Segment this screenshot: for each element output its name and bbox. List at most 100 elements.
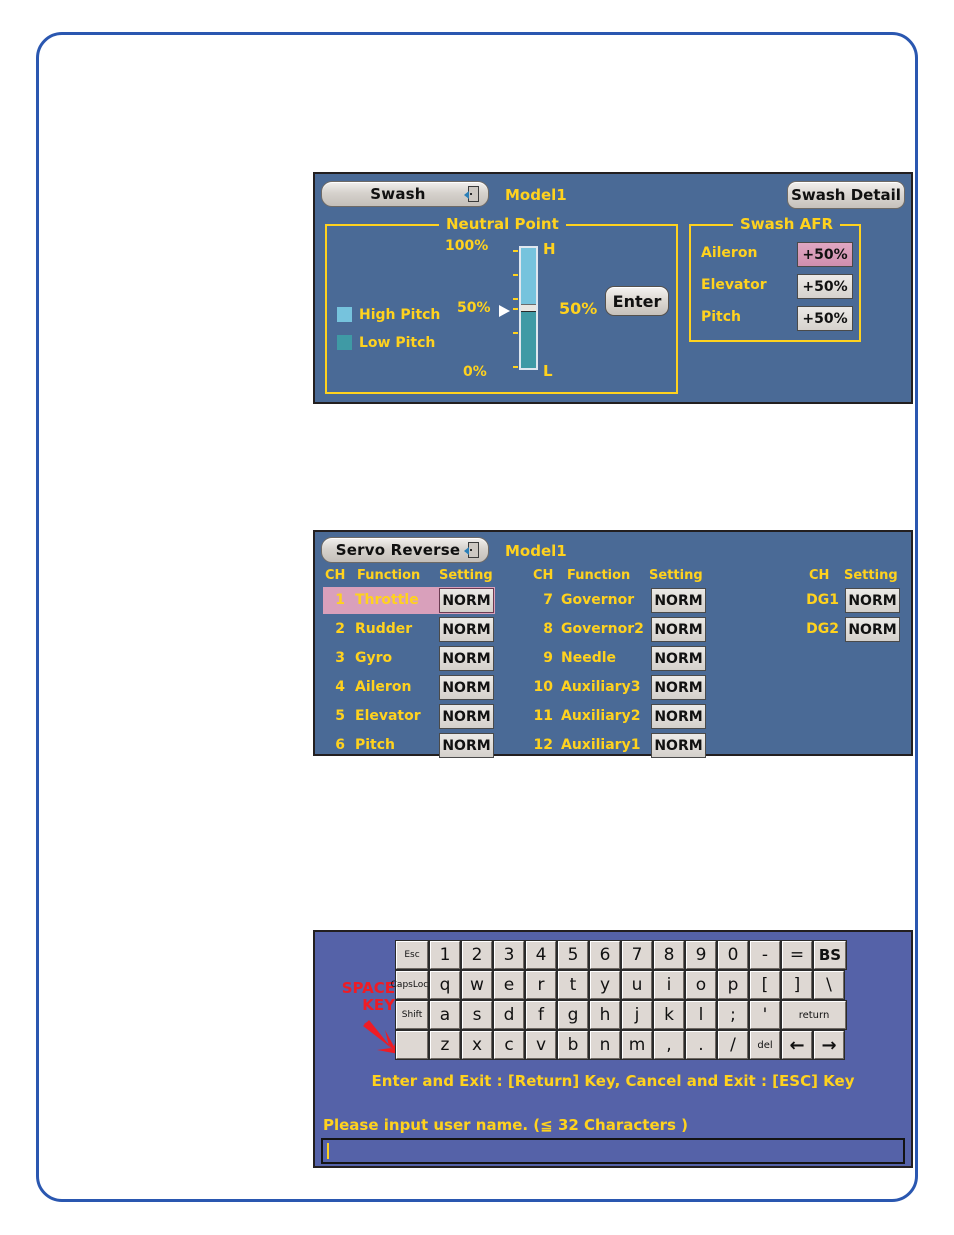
- key-j[interactable]: j: [621, 1000, 653, 1030]
- key-7[interactable]: 7: [621, 940, 653, 970]
- key-bs[interactable]: BS: [813, 940, 847, 970]
- key-p[interactable]: p: [717, 970, 749, 1000]
- key-u[interactable]: u: [621, 970, 653, 1000]
- table-row[interactable]: 11 Auxiliary2 NORM: [527, 703, 707, 730]
- table-row[interactable]: 4 Aileron NORM: [323, 674, 495, 701]
- swash-detail-button[interactable]: Swash Detail: [787, 181, 905, 209]
- key-6[interactable]: 6: [589, 940, 621, 970]
- neutral-point-slider[interactable]: [519, 246, 538, 370]
- col2-header-ch: CH: [533, 568, 554, 583]
- slider-thumb[interactable]: [521, 304, 536, 312]
- afr-value-elevator[interactable]: +50%: [797, 274, 853, 299]
- key-y[interactable]: y: [589, 970, 621, 1000]
- enter-button[interactable]: Enter: [605, 286, 669, 316]
- key-del[interactable]: del: [749, 1030, 781, 1060]
- slider-high-letter: H: [543, 240, 556, 258]
- key-b[interactable]: b: [557, 1030, 589, 1060]
- key-3[interactable]: 3: [493, 940, 525, 970]
- afr-value-pitch[interactable]: +50%: [797, 306, 853, 331]
- key-=[interactable]: =: [781, 940, 813, 970]
- row-setting[interactable]: NORM: [439, 646, 494, 671]
- table-row[interactable]: 6 Pitch NORM: [323, 732, 495, 759]
- key-shift[interactable]: Shift: [395, 1000, 429, 1030]
- table-row[interactable]: 7 Governor NORM: [527, 587, 707, 614]
- key-w[interactable]: w: [461, 970, 493, 1000]
- virtual-keyboard[interactable]: Esc 1 2 3 4 5 6 7 8 9 0- = BS Caps Lock q w e r t y u i o p[] \ Sh…: [391, 940, 847, 1060]
- key-2[interactable]: 2: [461, 940, 493, 970]
- swash-title-pill[interactable]: Swash: [321, 181, 489, 207]
- key-.[interactable]: .: [685, 1030, 717, 1060]
- key-n[interactable]: n: [589, 1030, 621, 1060]
- key-1[interactable]: 1: [429, 940, 461, 970]
- key-[[interactable]: [: [749, 970, 781, 1000]
- table-row[interactable]: 3 Gyro NORM: [323, 645, 495, 672]
- table-row[interactable]: 1 Throttle NORM: [323, 587, 495, 614]
- key-x[interactable]: x: [461, 1030, 493, 1060]
- key-8[interactable]: 8: [653, 940, 685, 970]
- row-setting[interactable]: NORM: [651, 588, 706, 613]
- key-d[interactable]: d: [493, 1000, 525, 1030]
- key-m[interactable]: m: [621, 1030, 653, 1060]
- key-esc[interactable]: Esc: [395, 940, 429, 970]
- row-ch: DG1: [806, 592, 839, 608]
- table-row[interactable]: DG1 NORM: [801, 587, 905, 614]
- key-v[interactable]: v: [525, 1030, 557, 1060]
- afr-value-aileron[interactable]: +50%: [797, 242, 853, 267]
- row-function: Auxiliary3: [561, 679, 641, 695]
- key-z[interactable]: z: [429, 1030, 461, 1060]
- key-5[interactable]: 5: [557, 940, 589, 970]
- row-setting[interactable]: NORM: [651, 733, 706, 758]
- row-setting[interactable]: NORM: [651, 617, 706, 642]
- table-row[interactable]: 12 Auxiliary1 NORM: [527, 732, 707, 759]
- key-s[interactable]: s: [461, 1000, 493, 1030]
- key-return[interactable]: return: [781, 1000, 847, 1030]
- table-row[interactable]: 10 Auxiliary3 NORM: [527, 674, 707, 701]
- afr-row-pitch: Pitch +50%: [701, 306, 853, 332]
- key-g[interactable]: g: [557, 1000, 589, 1030]
- row-setting[interactable]: NORM: [439, 675, 494, 700]
- servo-title-pill[interactable]: Servo Reverse: [321, 537, 489, 563]
- key-,[interactable]: ,: [653, 1030, 685, 1060]
- row-setting[interactable]: NORM: [845, 588, 900, 613]
- key-h[interactable]: h: [589, 1000, 621, 1030]
- row-setting[interactable]: NORM: [651, 704, 706, 729]
- key-;[interactable]: ;: [717, 1000, 749, 1030]
- key-f[interactable]: f: [525, 1000, 557, 1030]
- key-→[interactable]: →: [813, 1030, 845, 1060]
- key-space[interactable]: [395, 1030, 429, 1060]
- row-setting[interactable]: NORM: [439, 588, 494, 613]
- table-row[interactable]: DG2 NORM: [801, 616, 905, 643]
- key-r[interactable]: r: [525, 970, 557, 1000]
- key-a[interactable]: a: [429, 1000, 461, 1030]
- key-'[interactable]: ': [749, 1000, 781, 1030]
- key-k[interactable]: k: [653, 1000, 685, 1030]
- key-/[interactable]: /: [717, 1030, 749, 1060]
- key-e[interactable]: e: [493, 970, 525, 1000]
- row-setting[interactable]: NORM: [651, 675, 706, 700]
- key-caps-lock[interactable]: Caps Lock: [391, 970, 433, 1000]
- table-row[interactable]: 2 Rudder NORM: [323, 616, 495, 643]
- key-\[interactable]: \: [813, 970, 845, 1000]
- row-setting[interactable]: NORM: [439, 733, 494, 758]
- key-←[interactable]: ←: [781, 1030, 813, 1060]
- row-setting[interactable]: NORM: [439, 704, 494, 729]
- row-setting[interactable]: NORM: [651, 646, 706, 671]
- key-c[interactable]: c: [493, 1030, 525, 1060]
- key-9[interactable]: 9: [685, 940, 717, 970]
- row-setting[interactable]: NORM: [439, 617, 494, 642]
- table-row[interactable]: 5 Elevator NORM: [323, 703, 495, 730]
- key--[interactable]: -: [749, 940, 781, 970]
- table-row[interactable]: 8 Governor2 NORM: [527, 616, 707, 643]
- table-row[interactable]: 9 Needle NORM: [527, 645, 707, 672]
- key-o[interactable]: o: [685, 970, 717, 1000]
- row-function: Gyro: [355, 650, 393, 666]
- user-name-input[interactable]: [321, 1138, 905, 1164]
- row-setting[interactable]: NORM: [845, 617, 900, 642]
- key-i[interactable]: i: [653, 970, 685, 1000]
- key-l[interactable]: l: [685, 1000, 717, 1030]
- key-t[interactable]: t: [557, 970, 589, 1000]
- key-4[interactable]: 4: [525, 940, 557, 970]
- key-0[interactable]: 0: [717, 940, 749, 970]
- key-q[interactable]: q: [429, 970, 461, 1000]
- key-][interactable]: ]: [781, 970, 813, 1000]
